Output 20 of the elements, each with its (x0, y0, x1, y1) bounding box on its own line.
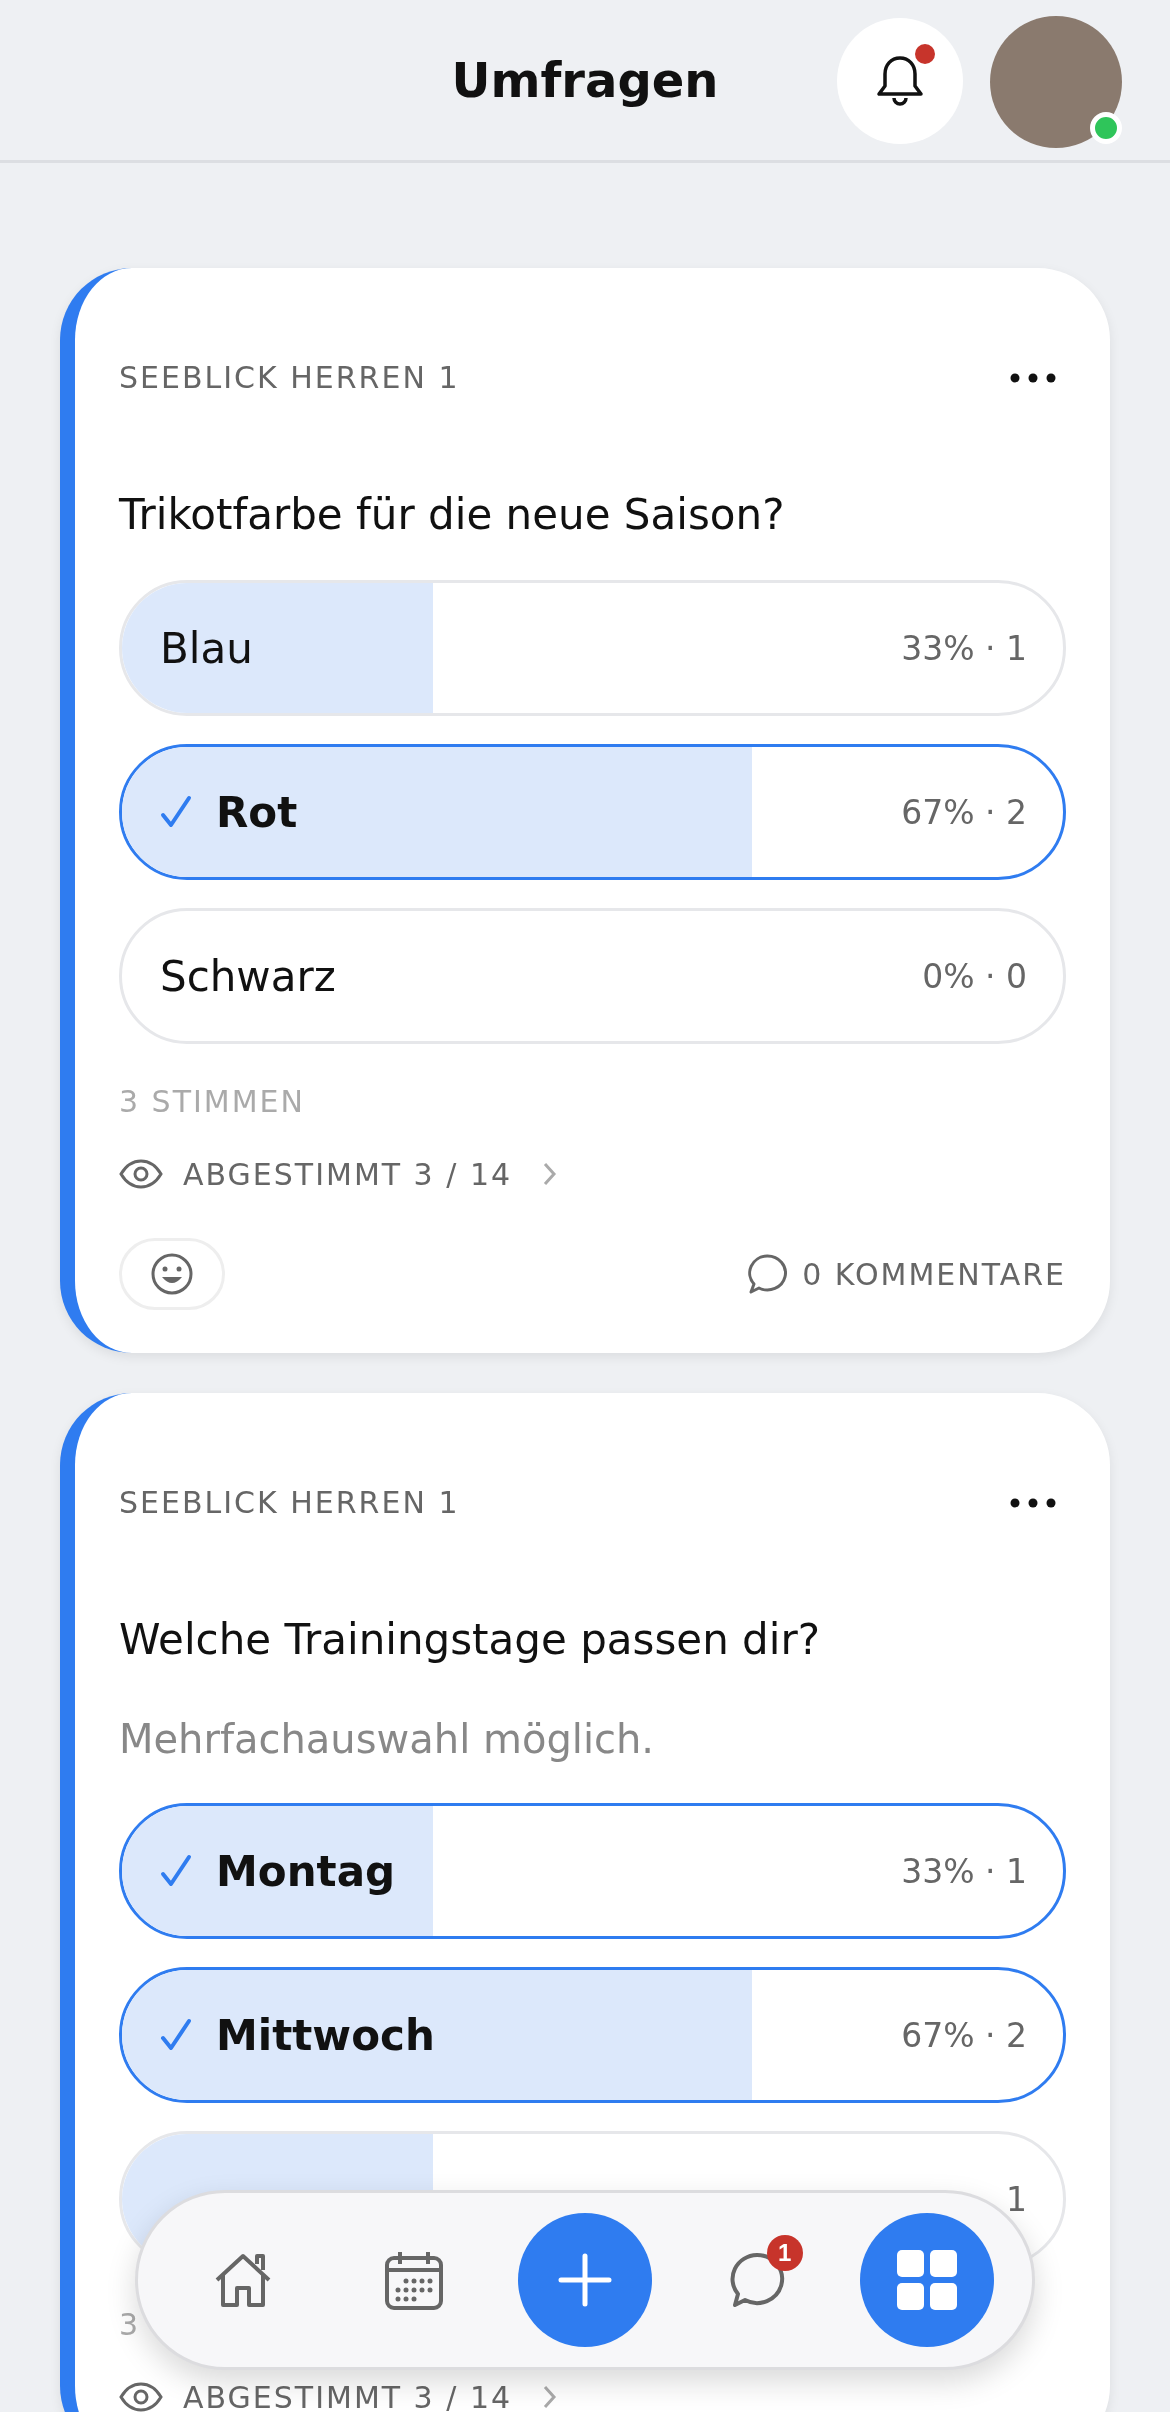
option-result: 33% · 1 (901, 628, 1027, 668)
poll-hint: Mehrfachauswahl möglich. (119, 1715, 656, 1763)
option-label: Rot (216, 787, 298, 837)
poll-question: Welche Trainingstage passen dir? (119, 1615, 821, 1665)
page-title: Umfragen (451, 52, 719, 108)
option-result: 33% · 1 (901, 1851, 1027, 1891)
option-result: 0% · 0 (922, 956, 1027, 996)
unread-badge: 1 (766, 2235, 803, 2271)
group-name: SEEBLICK HERREN 1 (119, 359, 460, 397)
vote-count: 3 (119, 2307, 142, 2343)
vote-count: 3 STIMMEN (119, 1084, 306, 1120)
option-label: Schwarz (160, 951, 336, 1001)
option-result: 1 (1006, 2179, 1027, 2219)
option-label: Blau (160, 623, 253, 673)
poll-question: Trikotfarbe für die neue Saison? (119, 490, 786, 540)
group-name: SEEBLICK HERREN 1 (119, 1484, 460, 1522)
option-label: Montag (216, 1846, 396, 1896)
option-result: 67% · 2 (901, 792, 1027, 832)
option-label: Mittwoch (216, 2010, 435, 2060)
option-result: 67% · 2 (901, 2015, 1027, 2055)
